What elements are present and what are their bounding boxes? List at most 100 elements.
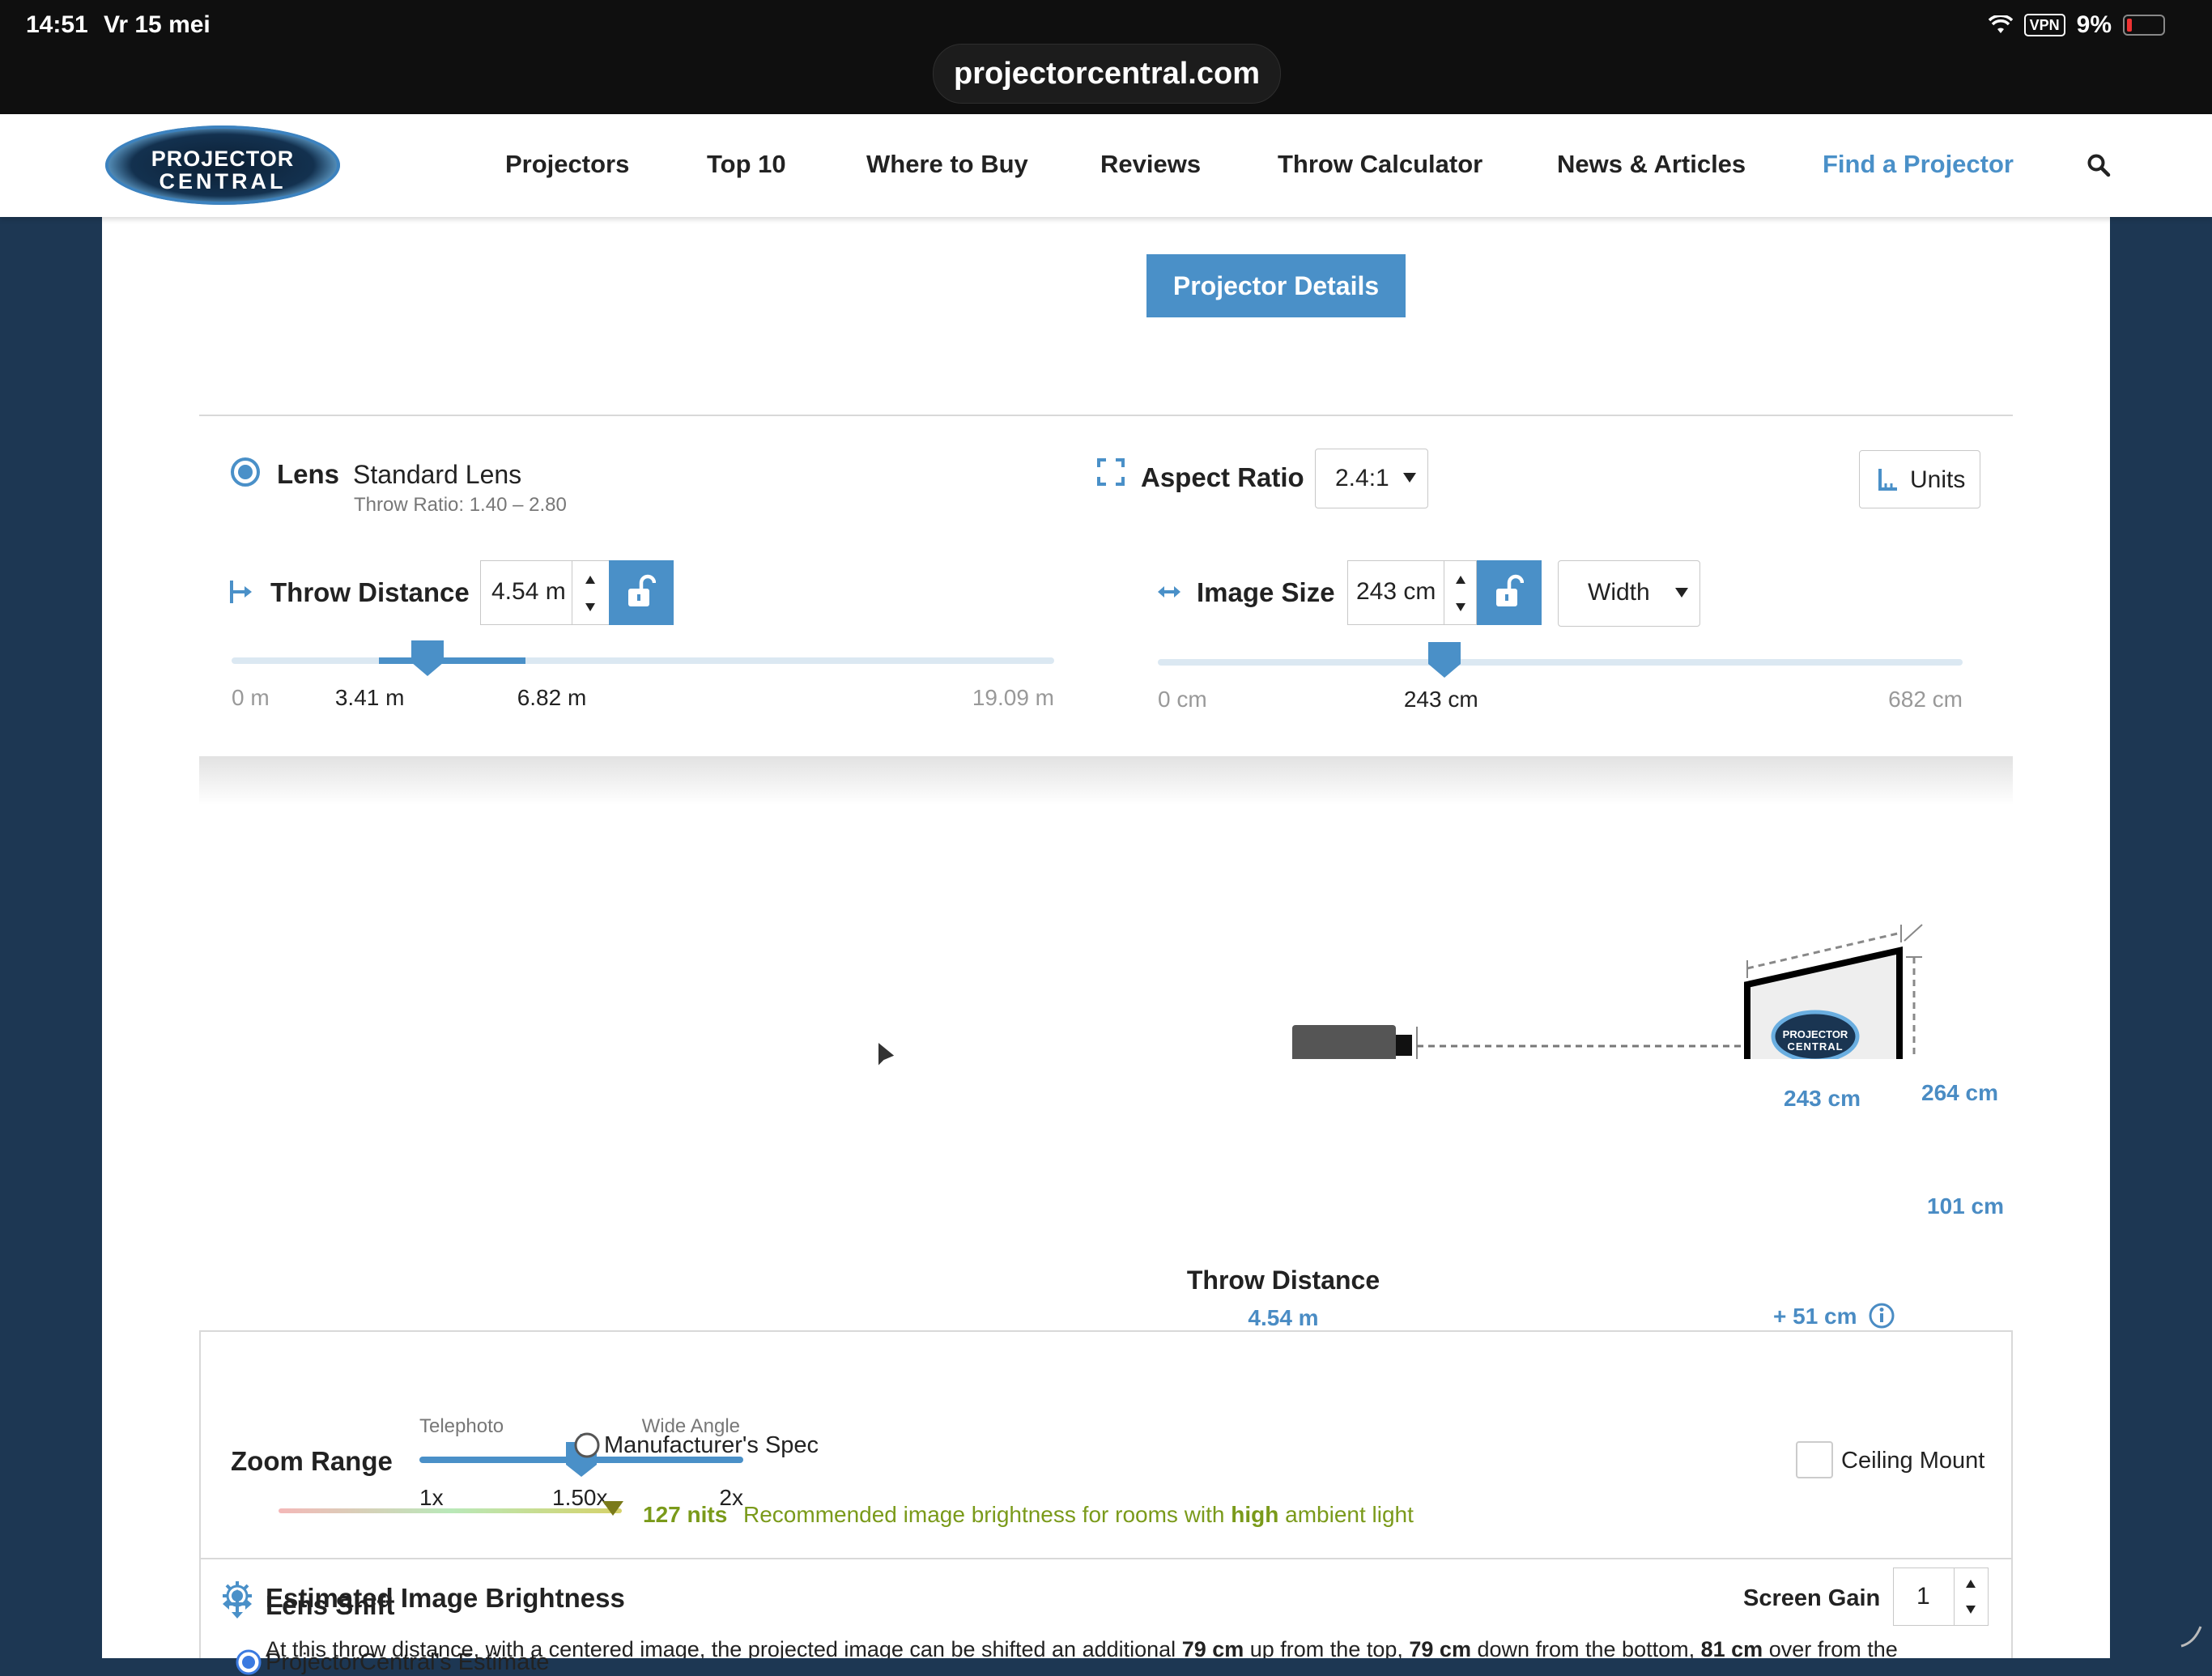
- battery-icon: [2123, 15, 2165, 36]
- estimate-radio[interactable]: [235, 1648, 262, 1676]
- move-arrows-icon: [223, 1589, 252, 1619]
- status-icons: VPN 9%: [1988, 11, 2165, 39]
- unlock-icon: [628, 574, 656, 606]
- size-axis-current: 243 cm: [1403, 687, 1478, 712]
- search-icon[interactable]: [2087, 153, 2111, 177]
- diagram-offset: + 51 cm: [1773, 1304, 1857, 1329]
- image-size-value: 243 cm: [1356, 578, 1436, 605]
- brightness-recommendation: Recommended image brightness for rooms w…: [743, 1502, 1414, 1528]
- diagonal-tick: [1904, 924, 1923, 942]
- throw-zoom-range-bar: [378, 657, 525, 664]
- lens-shift-down: 79 cm: [1409, 1637, 1471, 1658]
- chevron-down-icon: [1675, 588, 1688, 598]
- lens-value[interactable]: Standard Lens: [353, 460, 521, 490]
- mouse-pointer-icon: [877, 1040, 897, 1070]
- status-time: 14:51: [26, 11, 88, 38]
- site-navbar: PROJECTOR CENTRAL Projectors Top 10 Wher…: [0, 114, 2212, 217]
- manufacturer-spec-radio[interactable]: [573, 1431, 601, 1459]
- nav-projectors[interactable]: Projectors: [505, 150, 629, 179]
- projector-body: [1292, 1025, 1396, 1059]
- logo-line2: CENTRAL: [159, 169, 287, 194]
- diagram-height: 101 cm: [1927, 1193, 2004, 1219]
- nits-value: 127 nits: [643, 1502, 728, 1527]
- divider: [199, 415, 2013, 416]
- info-icon[interactable]: [1868, 1302, 1895, 1329]
- diagram-throw-label: Throw Distance: [1186, 1266, 1380, 1295]
- address-bar[interactable]: projectorcentral.com: [933, 44, 1281, 104]
- throw-distance-icon: [230, 581, 252, 603]
- aspect-ratio-label: Aspect Ratio: [1141, 462, 1304, 492]
- unlock-icon: [1496, 574, 1524, 606]
- diagram-diagonal: 264 cm: [1921, 1080, 1998, 1105]
- units-label: Units: [1910, 466, 1966, 493]
- ruler-icon: [1878, 469, 1897, 491]
- lens-label: Lens: [277, 459, 340, 489]
- nav-throw-calculator[interactable]: Throw Calculator: [1278, 150, 1482, 179]
- rec-suffix: ambient light: [1285, 1502, 1414, 1527]
- nav-find-a-projector[interactable]: Find a Projector: [1823, 150, 2014, 179]
- image-size-input[interactable]: 243 cm: [1347, 560, 1477, 625]
- image-size-lock-button[interactable]: [1477, 560, 1542, 625]
- image-size-label: Image Size: [1197, 577, 1335, 607]
- nav-where-to-buy[interactable]: Where to Buy: [866, 150, 1028, 179]
- wifi-icon: [1988, 15, 2013, 33]
- throw-ratio: Throw Ratio: 1.40 – 2.80: [354, 494, 567, 516]
- aspect-ratio-select[interactable]: 2.4:1: [1315, 449, 1428, 508]
- projector-central-logo[interactable]: PROJECTOR CENTRAL: [105, 125, 340, 205]
- throw-axis-range-high: 6.82 m: [517, 685, 587, 710]
- screen-logo-text-2: CENTRAL: [1787, 1040, 1844, 1053]
- size-axis-max: 682 cm: [1888, 687, 1963, 712]
- lens-icon: [231, 457, 260, 487]
- chevron-down-icon: [1403, 473, 1416, 483]
- rec-level: high: [1231, 1502, 1279, 1527]
- throw-axis-min: 0 m: [232, 685, 270, 710]
- lens-shift-text-1: At this throw distance, with a centered …: [266, 1637, 1176, 1658]
- expand-icon: [1097, 458, 1125, 486]
- manufacturer-spec-label[interactable]: Manufacturer's Spec: [604, 1432, 819, 1459]
- width-arrows-icon: [1158, 586, 1180, 598]
- projector-lens: [1396, 1035, 1412, 1056]
- battery-percent: 9%: [2076, 11, 2112, 38]
- vpn-badge: VPN: [2023, 14, 2065, 36]
- throw-distance-value: 4.54 m: [491, 578, 566, 605]
- status-date: Vr 15 mei: [104, 11, 211, 38]
- logo-line1: PROJECTOR: [151, 147, 295, 171]
- projector-details-button[interactable]: Projector Details: [1146, 254, 1406, 317]
- screen-gain-stepper[interactable]: [1959, 1575, 1983, 1619]
- calculator-panel: Projector Details Lens Standard Lens Thr…: [102, 217, 2110, 1675]
- image-size-stepper[interactable]: [1448, 571, 1473, 616]
- nav-news-articles[interactable]: News & Articles: [1557, 150, 1746, 179]
- rec-prefix: Recommended image brightness for rooms w…: [743, 1502, 1225, 1527]
- throw-distance-lock-button[interactable]: [609, 560, 674, 625]
- lens-shift-up: 79 cm: [1181, 1637, 1244, 1658]
- throw-distance-stepper[interactable]: [578, 571, 602, 616]
- screen-logo-text-1: PROJECTOR: [1782, 1028, 1848, 1040]
- divider: [199, 1558, 2013, 1559]
- image-size-slider-thumb[interactable]: [1426, 640, 1463, 680]
- nav-top-10[interactable]: Top 10: [707, 150, 786, 179]
- throw-axis-range-low: 3.41 m: [334, 685, 405, 710]
- diagram-width: 243 cm: [1784, 1086, 1861, 1111]
- lens-shift-text: At this throw distance, with a centered …: [266, 1637, 2095, 1658]
- screen-gain-value: 1: [1916, 1583, 1930, 1610]
- nav-reviews[interactable]: Reviews: [1100, 150, 1201, 179]
- diagram-shade: [199, 756, 2013, 805]
- lens-shift-title: Lens Shift: [266, 1590, 395, 1620]
- throw-axis-max: 19.09 m: [972, 685, 1054, 710]
- screen-gain-label: Screen Gain: [1743, 1585, 1881, 1611]
- image-dimension-value: Width: [1588, 579, 1650, 606]
- throw-distance-slider-thumb[interactable]: [409, 638, 446, 678]
- screen-gain-input[interactable]: 1: [1893, 1568, 1989, 1626]
- throw-distance-slider[interactable]: [232, 640, 1054, 676]
- corner-gesture-icon: [2180, 1626, 2202, 1648]
- size-axis-min: 0 cm: [1158, 687, 1207, 712]
- lens-shift-text-4: over from the: [1768, 1637, 1898, 1658]
- lens-shift-over: 81 cm: [1700, 1637, 1763, 1658]
- image-dimension-select[interactable]: Width: [1558, 560, 1700, 627]
- brightness-meter: [279, 1508, 622, 1513]
- diagram-throw-value: 4.54 m: [1248, 1305, 1319, 1330]
- image-size-slider[interactable]: [1158, 642, 1963, 678]
- lens-shift-text-3: down from the bottom,: [1477, 1637, 1695, 1658]
- units-button[interactable]: Units: [1859, 450, 1980, 508]
- throw-distance-input[interactable]: 4.54 m: [480, 560, 610, 625]
